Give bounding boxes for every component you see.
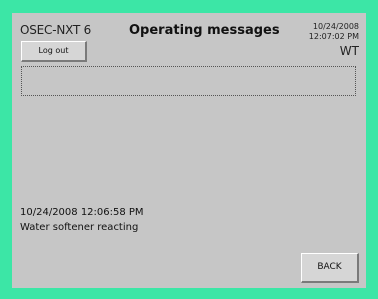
back-button[interactable]: BACK bbox=[301, 253, 359, 283]
current-time: 12:07:02 PM bbox=[308, 32, 359, 41]
message-timestamp: 10/24/2008 12:06:58 PM bbox=[20, 207, 144, 218]
page-title: Operating messages bbox=[129, 23, 280, 38]
logout-button[interactable]: Log out bbox=[21, 41, 87, 62]
message-display-box[interactable] bbox=[21, 66, 356, 96]
current-date: 10/24/2008 bbox=[312, 22, 359, 31]
operating-messages-screen: OSEC-NXT 6 Operating messages 10/24/2008… bbox=[12, 13, 366, 288]
message-text: Water softener reacting bbox=[20, 222, 139, 233]
app-name: OSEC-NXT 6 bbox=[20, 23, 92, 37]
user-initials: WT bbox=[339, 44, 359, 58]
